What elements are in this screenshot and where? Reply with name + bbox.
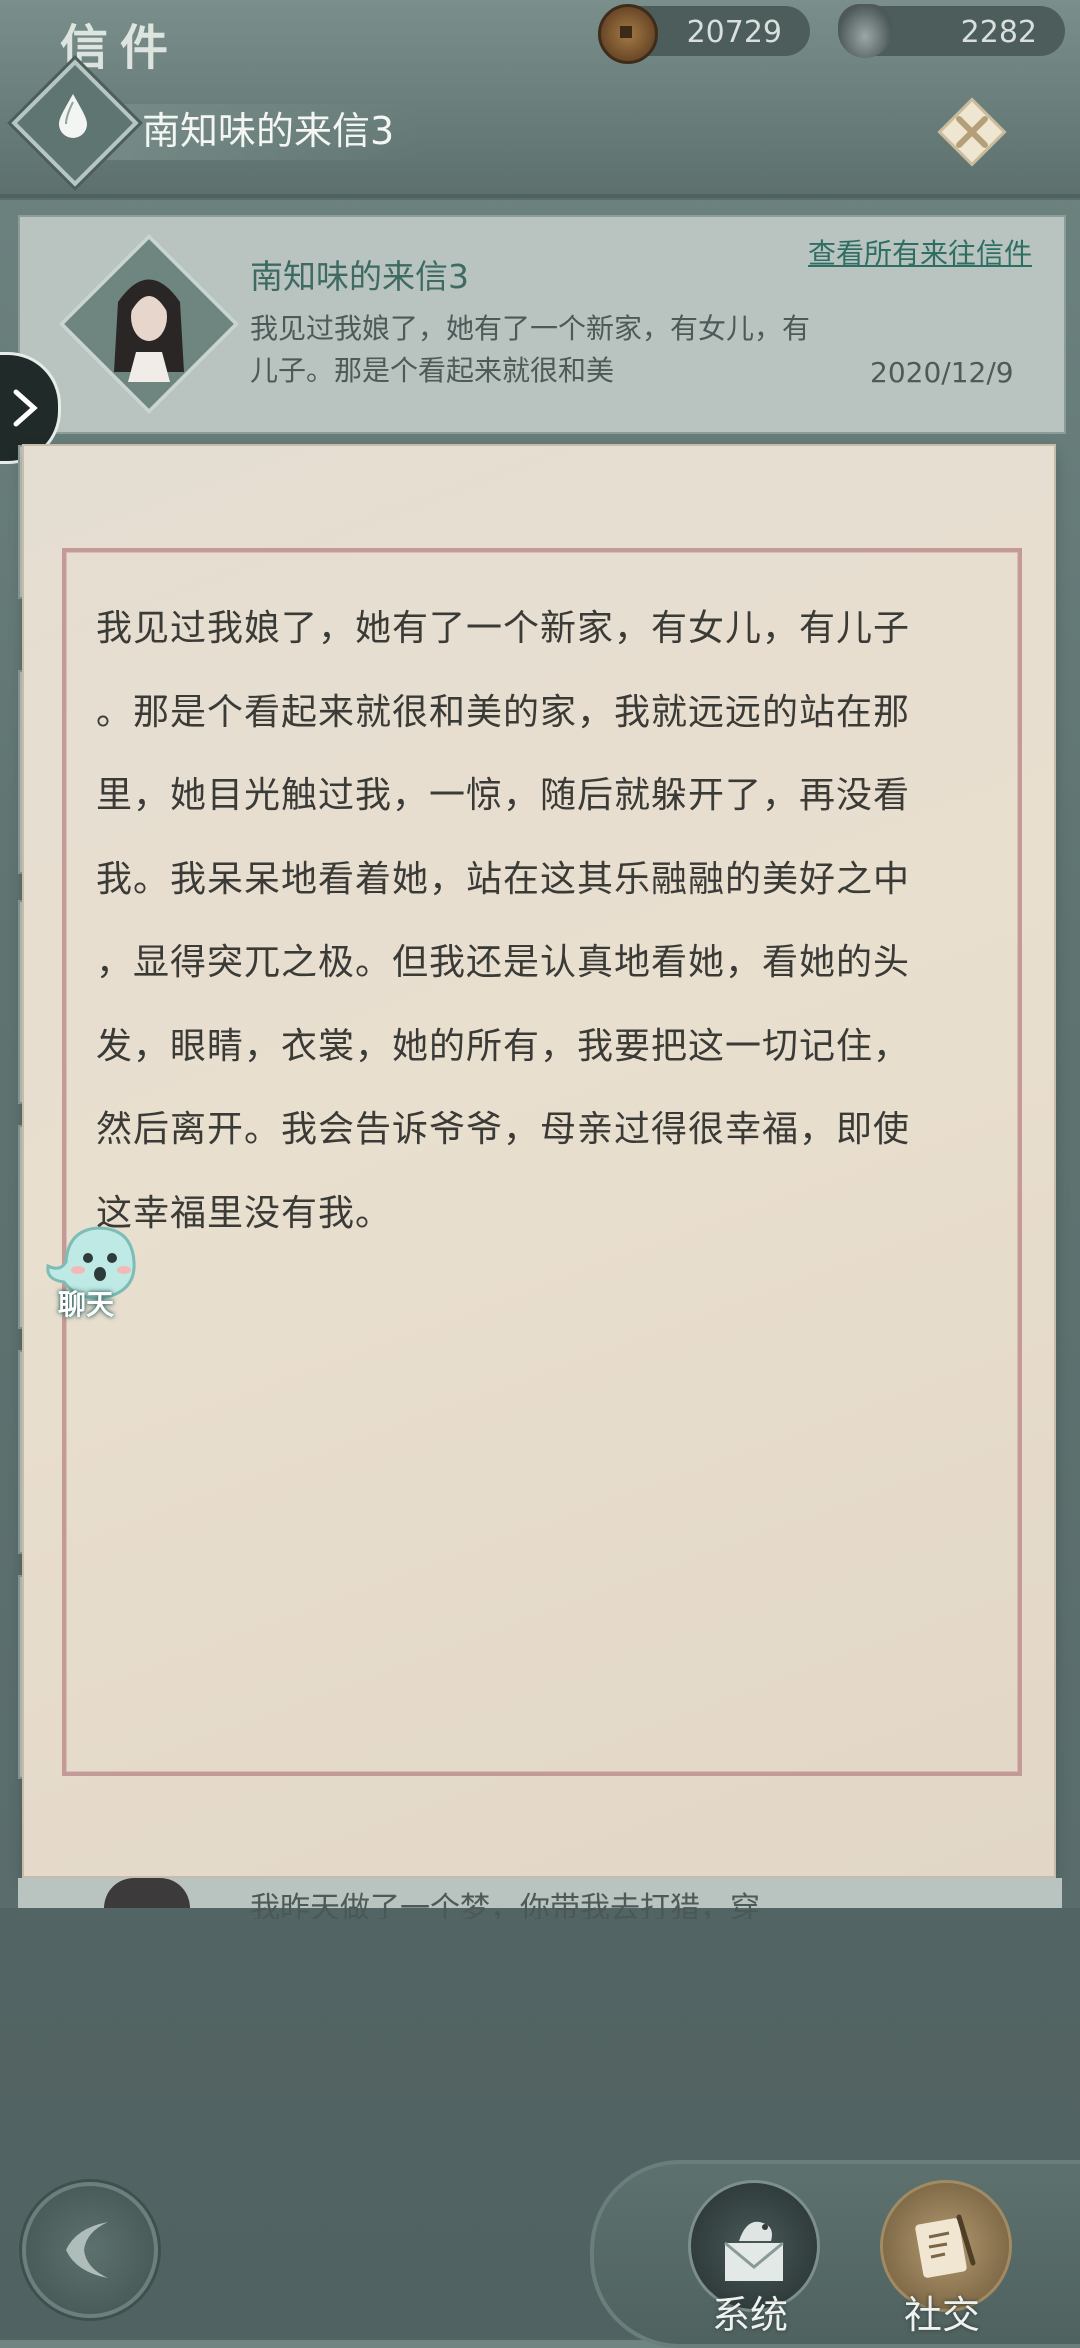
water-drop-icon xyxy=(59,94,87,138)
letter-body: 我见过我娘了，她有了一个新家，有女儿，有儿子 。那是个看起来就很和美的家，我就远… xyxy=(96,587,996,1255)
silver-ingot-icon xyxy=(838,4,892,58)
letter-line: 发，眼睛，衣裳，她的所有，我要把这一切记住， xyxy=(96,1025,911,1067)
back-arrow-icon xyxy=(66,2222,108,2278)
back-button[interactable] xyxy=(22,2182,158,2318)
card-date: 2020/12/9 xyxy=(870,356,1014,389)
letter-line: 。那是个看起来就很和美的家，我就远远的站在那 xyxy=(96,691,911,733)
chat-label[interactable]: 聊天 xyxy=(58,1283,114,1323)
card-preview: 我见过我娘了，她有了一个新家，有女儿，有儿子。那是个看起来就很和美 xyxy=(250,312,811,387)
card-title: 南知味的来信3 xyxy=(250,257,469,296)
avatar xyxy=(114,279,184,382)
close-icon[interactable] xyxy=(935,95,1009,169)
social-tab-label[interactable]: 社交 xyxy=(904,2284,980,2339)
letter-line: 这幸福里没有我。 xyxy=(96,1192,393,1234)
silver-counter[interactable]: 2282 xyxy=(838,4,1065,58)
chevron-right-icon xyxy=(13,389,38,427)
letter-line: 然后离开。我会告诉爷爷，母亲过得很幸福，即使 xyxy=(96,1109,911,1150)
letter-line: ，显得突兀之极。但我还是认真地看她，看她的头 xyxy=(96,942,911,983)
letter-line: 我见过我娘了，她有了一个新家，有女儿，有儿子 xyxy=(96,608,911,649)
letter-line: 我。我呆呆地看着她，站在这其乐融融的美好之中 xyxy=(96,858,911,900)
view-all-letters-link[interactable]: 查看所有来往信件 xyxy=(808,232,1032,272)
coin-value: 20729 xyxy=(686,15,782,50)
silver-value: 2282 xyxy=(960,15,1037,50)
page-title: 南知味的来信3 xyxy=(142,109,395,153)
coin-counter[interactable]: 20729 xyxy=(598,4,810,64)
avatar xyxy=(104,1878,190,1908)
coin-icon xyxy=(598,4,658,64)
letter-line: 里，她目光触过我，一惊，随后就躲开了，再没看 xyxy=(96,775,911,816)
system-tab-label[interactable]: 系统 xyxy=(712,2284,788,2339)
